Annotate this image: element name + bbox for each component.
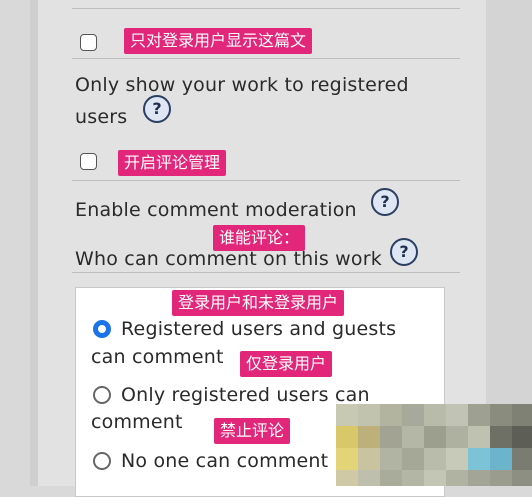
- pixelated-overlay: [336, 404, 532, 486]
- mosaic-tile: [358, 404, 380, 426]
- mosaic-tile: [512, 404, 532, 426]
- mosaic-tile: [468, 426, 490, 448]
- mosaic-tile: [512, 448, 532, 470]
- mosaic-tile: [424, 426, 446, 448]
- mosaic-tile: [402, 426, 424, 448]
- moderation-help-icon[interactable]: ?: [371, 188, 399, 216]
- option-label-registered-line1[interactable]: Only registered users can: [121, 381, 370, 409]
- mosaic-tile: [446, 448, 468, 470]
- mosaic-tile: [402, 470, 424, 486]
- radio-registered-only[interactable]: [93, 386, 111, 404]
- restricted-checkbox[interactable]: [80, 34, 97, 51]
- option-annotation-registered: 仅登录用户: [240, 351, 333, 377]
- moderation-label: Enable comment moderation: [75, 199, 357, 221]
- who-can-comment-help-icon[interactable]: ?: [390, 238, 418, 266]
- divider: [72, 272, 460, 273]
- mosaic-tile: [446, 404, 468, 426]
- mosaic-tile: [424, 404, 446, 426]
- moderation-checkbox[interactable]: [80, 153, 97, 170]
- scroll-edge-left: [30, 0, 38, 486]
- mosaic-tile: [490, 470, 512, 486]
- mosaic-tile: [490, 426, 512, 448]
- mosaic-tile: [512, 470, 532, 486]
- mosaic-tile: [402, 404, 424, 426]
- mosaic-tile: [468, 448, 490, 470]
- mosaic-tile: [380, 470, 402, 486]
- mosaic-tile: [446, 426, 468, 448]
- mosaic-tile: [446, 470, 468, 486]
- moderation-annotation: 开启评论管理: [118, 150, 227, 176]
- mosaic-tile: [490, 448, 512, 470]
- option-annotation-guests: 登录用户和未登录用户: [172, 290, 345, 316]
- mosaic-tile: [380, 404, 402, 426]
- who-can-comment-label: Who can comment on this work: [75, 248, 382, 270]
- option-label-guests-line2[interactable]: can comment: [91, 343, 224, 371]
- radio-no-one[interactable]: [93, 452, 111, 470]
- mosaic-tile: [358, 448, 380, 470]
- mosaic-tile: [336, 448, 358, 470]
- restricted-help-icon[interactable]: ?: [143, 95, 171, 123]
- mosaic-tile: [468, 470, 490, 486]
- mosaic-tile: [358, 470, 380, 486]
- restricted-label-line1: Only show your work to registered: [75, 74, 409, 96]
- restricted-annotation: 只对登录用户显示这篇文: [124, 28, 313, 54]
- mosaic-tile: [380, 426, 402, 448]
- mosaic-tile: [336, 426, 358, 448]
- mosaic-tile: [512, 426, 532, 448]
- option-label-guests-line1[interactable]: Registered users and guests: [121, 315, 396, 343]
- mosaic-tile: [468, 404, 490, 426]
- mosaic-tile: [402, 448, 424, 470]
- option-annotation-no-one: 禁止评论: [214, 418, 291, 444]
- mosaic-tile: [424, 448, 446, 470]
- option-label-no-one[interactable]: No one can comment: [121, 447, 328, 475]
- divider: [72, 58, 460, 59]
- mosaic-tile: [358, 426, 380, 448]
- mosaic-tile: [380, 448, 402, 470]
- mosaic-tile: [424, 470, 446, 486]
- divider: [72, 180, 460, 181]
- radio-registered-and-guests[interactable]: [93, 320, 111, 338]
- mosaic-tile: [490, 404, 512, 426]
- option-label-registered-line2[interactable]: comment: [91, 408, 183, 436]
- divider: [72, 8, 460, 9]
- restricted-label-line2: users: [75, 106, 128, 128]
- mosaic-tile: [336, 470, 358, 486]
- mosaic-tile: [336, 404, 358, 426]
